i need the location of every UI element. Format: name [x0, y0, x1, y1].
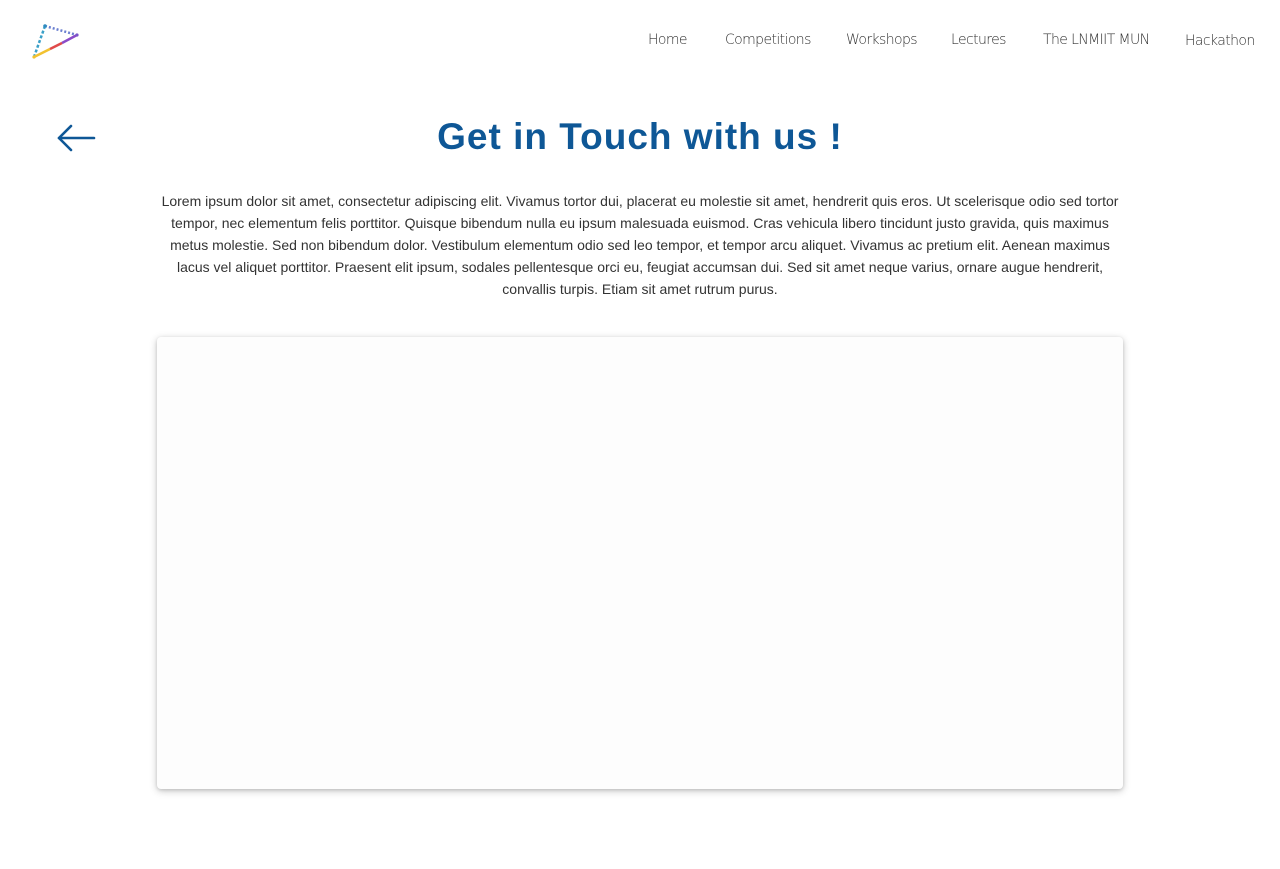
nav-competitions-link[interactable]: Competitions	[725, 32, 811, 48]
main-nav: Home Competitions Workshops Lectures The…	[0, 30, 1280, 54]
nav-mun-link[interactable]: The LNMIIT MUN	[1043, 32, 1150, 48]
nav-workshops-link[interactable]: Workshops	[846, 32, 918, 48]
page-description: Lorem ipsum dolor sit amet, consectetur …	[161, 193, 1119, 297]
contact-form-card	[157, 337, 1123, 789]
nav-hackathon-link[interactable]: Hackathon	[1185, 33, 1255, 49]
nav-lectures-link[interactable]: Lectures	[951, 32, 1006, 48]
nav-home-link[interactable]: Home	[648, 32, 688, 48]
page-title: Get in Touch with us !	[437, 116, 843, 157]
